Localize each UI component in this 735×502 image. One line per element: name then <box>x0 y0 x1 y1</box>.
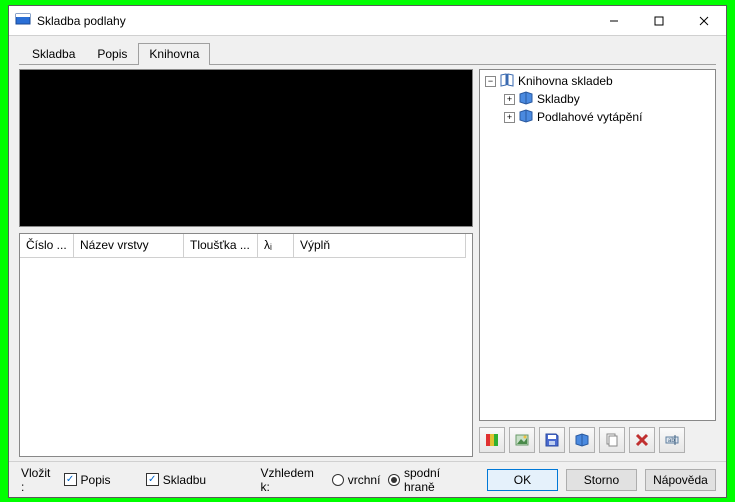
collapse-icon[interactable]: − <box>485 76 496 87</box>
window-controls <box>591 6 726 35</box>
tree-root-label: Knihovna skladeb <box>518 74 613 88</box>
left-column: Číslo ... Název vrstvy Tloušťka ... λᵢ V… <box>19 69 473 457</box>
minimize-button[interactable] <box>591 6 636 35</box>
tree-item-label: Skladby <box>537 92 580 106</box>
expand-icon[interactable]: + <box>504 94 515 105</box>
checkbox-label: Popis <box>81 473 111 487</box>
radio-label: spodní hraně <box>404 466 471 494</box>
app-icon <box>15 11 31 30</box>
preview-pane <box>19 69 473 227</box>
grid-header: Číslo ... Název vrstvy Tloušťka ... λᵢ V… <box>20 234 472 258</box>
napoveda-button[interactable]: Nápověda <box>645 469 716 491</box>
checkbox-popis[interactable]: ✓ Popis <box>64 473 111 487</box>
tabs: Skladba Popis Knihovna <box>9 42 726 64</box>
vzhledem-label: Vzhledem k: <box>260 466 323 494</box>
bottom-bar: Vložit : ✓ Popis ✓ Skladbu Vzhledem k: v… <box>9 461 726 497</box>
col-cislo[interactable]: Číslo ... <box>20 234 74 258</box>
window-title: Skladba podlahy <box>37 14 126 28</box>
tree-item-label: Podlahové vytápění <box>537 110 642 124</box>
image-button[interactable] <box>509 427 535 453</box>
library-tree[interactable]: − Knihovna skladeb + Skladby + <box>479 69 716 421</box>
maximize-button[interactable] <box>636 6 681 35</box>
rename-button[interactable]: ab <box>659 427 685 453</box>
tab-popis[interactable]: Popis <box>86 43 138 65</box>
checkbox-icon: ✓ <box>146 473 159 486</box>
close-button[interactable] <box>681 6 726 35</box>
tree-item-skladby[interactable]: + Skladby <box>482 90 713 108</box>
checkbox-icon: ✓ <box>64 473 77 486</box>
checkbox-skladbu[interactable]: ✓ Skladbu <box>146 473 206 487</box>
layer-grid[interactable]: Číslo ... Název vrstvy Tloušťka ... λᵢ V… <box>19 233 473 457</box>
delete-button[interactable] <box>629 427 655 453</box>
ok-button[interactable]: OK <box>487 469 558 491</box>
client-area: Skladba Popis Knihovna Číslo ... Název v… <box>9 36 726 497</box>
tree-root[interactable]: − Knihovna skladeb <box>482 72 713 90</box>
storno-button[interactable]: Storno <box>566 469 637 491</box>
checkbox-label: Skladbu <box>163 473 206 487</box>
book-icon <box>518 90 534 109</box>
toolbar: ab <box>479 423 716 457</box>
expand-icon[interactable]: + <box>504 112 515 123</box>
radio-label: vrchní <box>348 473 381 487</box>
tree-item-podlahove[interactable]: + Podlahové vytápění <box>482 108 713 126</box>
tab-knihovna[interactable]: Knihovna <box>138 43 210 65</box>
radio-icon <box>332 474 344 486</box>
col-vypln[interactable]: Výplň <box>294 234 466 258</box>
save-button[interactable] <box>539 427 565 453</box>
radio-spodni[interactable]: spodní hraně <box>388 466 471 494</box>
copy-button[interactable] <box>599 427 625 453</box>
window: Skladba podlahy Skladba Popis Knihovna Č… <box>8 5 727 498</box>
radio-vrchni[interactable]: vrchní <box>332 473 381 487</box>
layers-button[interactable] <box>479 427 505 453</box>
radio-icon <box>388 474 400 486</box>
right-column: − Knihovna skladeb + Skladby + <box>479 69 716 457</box>
col-nazev[interactable]: Název vrstvy <box>74 234 184 258</box>
main: Číslo ... Název vrstvy Tloušťka ... λᵢ V… <box>9 65 726 461</box>
book-button[interactable] <box>569 427 595 453</box>
svg-text:ab: ab <box>668 438 675 444</box>
library-icon <box>499 72 515 91</box>
book-icon <box>518 108 534 127</box>
titlebar: Skladba podlahy <box>9 6 726 36</box>
col-tloustka[interactable]: Tloušťka ... <box>184 234 258 258</box>
tab-skladba[interactable]: Skladba <box>21 43 86 65</box>
col-lambda[interactable]: λᵢ <box>258 234 294 258</box>
insert-label: Vložit : <box>21 466 56 494</box>
